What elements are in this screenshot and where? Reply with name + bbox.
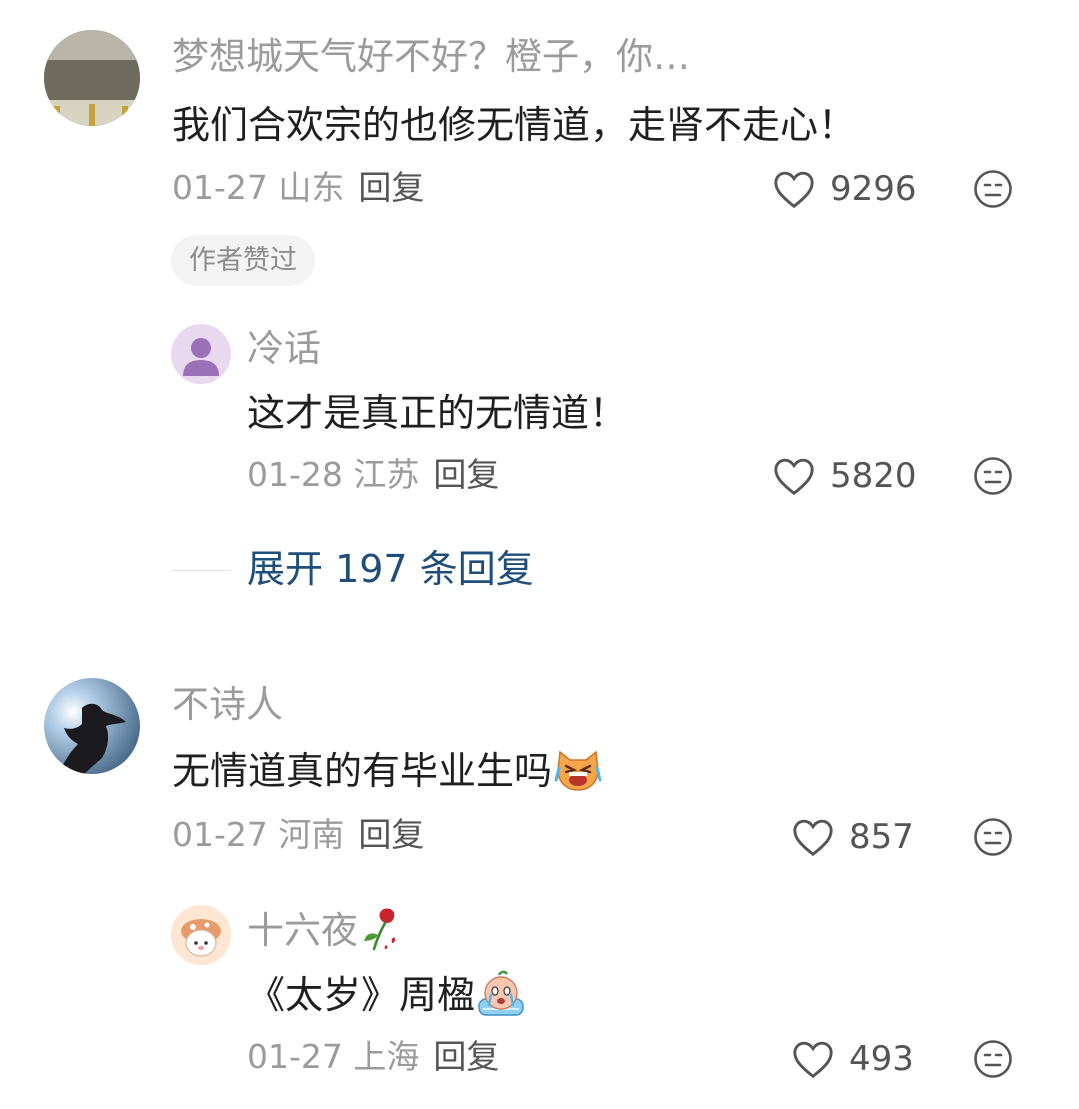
reply-button[interactable]: 回复 — [433, 1037, 499, 1076]
comment-text-body: 无情道真的有毕业生吗 — [172, 749, 553, 793]
crying-face-emoji — [478, 970, 524, 1016]
comment-author[interactable]: 十六夜 — [247, 907, 402, 953]
meh-face-icon[interactable] — [973, 1039, 1013, 1079]
like-button[interactable]: 5820 — [772, 454, 917, 498]
expand-divider — [171, 570, 231, 571]
comment-meta: 01-27 河南 回复 — [172, 818, 424, 851]
like-count: 9296 — [830, 169, 917, 209]
comment-text: 《太岁》周楹 — [247, 970, 527, 1017]
comment-meta: 01-27 上海 回复 — [247, 1040, 499, 1073]
like-button[interactable]: 9296 — [772, 167, 917, 211]
heart-outline-icon — [774, 171, 814, 209]
author-liked-badge: 作者赞过 — [171, 235, 315, 286]
crying-cat-emoji — [554, 750, 602, 791]
like-button[interactable]: 857 — [791, 815, 914, 859]
reply-button[interactable]: 回复 — [358, 815, 424, 854]
comment-date-location: 01-27 上海 — [247, 1037, 420, 1076]
comment-text: 无情道真的有毕业生吗 — [172, 749, 602, 793]
comment-text: 这才是真正的无情道！ — [247, 391, 628, 435]
expand-replies-button[interactable]: 展开 197 条回复 — [247, 550, 534, 588]
comment-author-name: 十六夜 — [247, 909, 358, 952]
reply-button[interactable]: 回复 — [433, 455, 499, 494]
heart-outline-icon — [793, 1041, 833, 1079]
avatar-image — [44, 678, 140, 774]
comment-date-location: 01-27 河南 — [172, 815, 345, 854]
comment-author[interactable]: 梦想城天气好不好？橙子，你… — [172, 38, 690, 75]
default-user-icon — [183, 338, 219, 376]
comment-author[interactable]: 不诗人 — [172, 686, 283, 723]
like-button[interactable]: 493 — [791, 1037, 914, 1081]
like-count: 5820 — [830, 456, 917, 496]
heart-outline-icon — [793, 819, 833, 857]
avatar[interactable] — [44, 678, 140, 774]
comment-author[interactable]: 冷话 — [247, 330, 321, 367]
rose-emoji — [364, 907, 396, 950]
meh-face-icon[interactable] — [973, 169, 1013, 209]
avatar-image — [44, 30, 140, 126]
comment-meta: 01-28 江苏 回复 — [247, 458, 499, 491]
heart-outline-icon — [774, 458, 814, 496]
avatar-image — [171, 905, 231, 965]
comment-date-location: 01-28 江苏 — [247, 455, 420, 494]
avatar[interactable] — [171, 905, 231, 965]
like-count: 857 — [849, 817, 914, 857]
like-count: 493 — [849, 1039, 914, 1079]
comment-date-location: 01-27 山东 — [172, 168, 345, 207]
reply-button[interactable]: 回复 — [358, 168, 424, 207]
avatar[interactable] — [171, 324, 231, 384]
comment-text-body: 《太岁》周楹 — [247, 973, 476, 1017]
comment-text: 我们合欢宗的也修无情道，走肾不走心！ — [172, 103, 857, 147]
comment-meta: 01-27 山东 回复 — [172, 171, 424, 204]
meh-face-icon[interactable] — [973, 456, 1013, 496]
meh-face-icon[interactable] — [973, 817, 1013, 857]
avatar[interactable] — [44, 30, 140, 126]
